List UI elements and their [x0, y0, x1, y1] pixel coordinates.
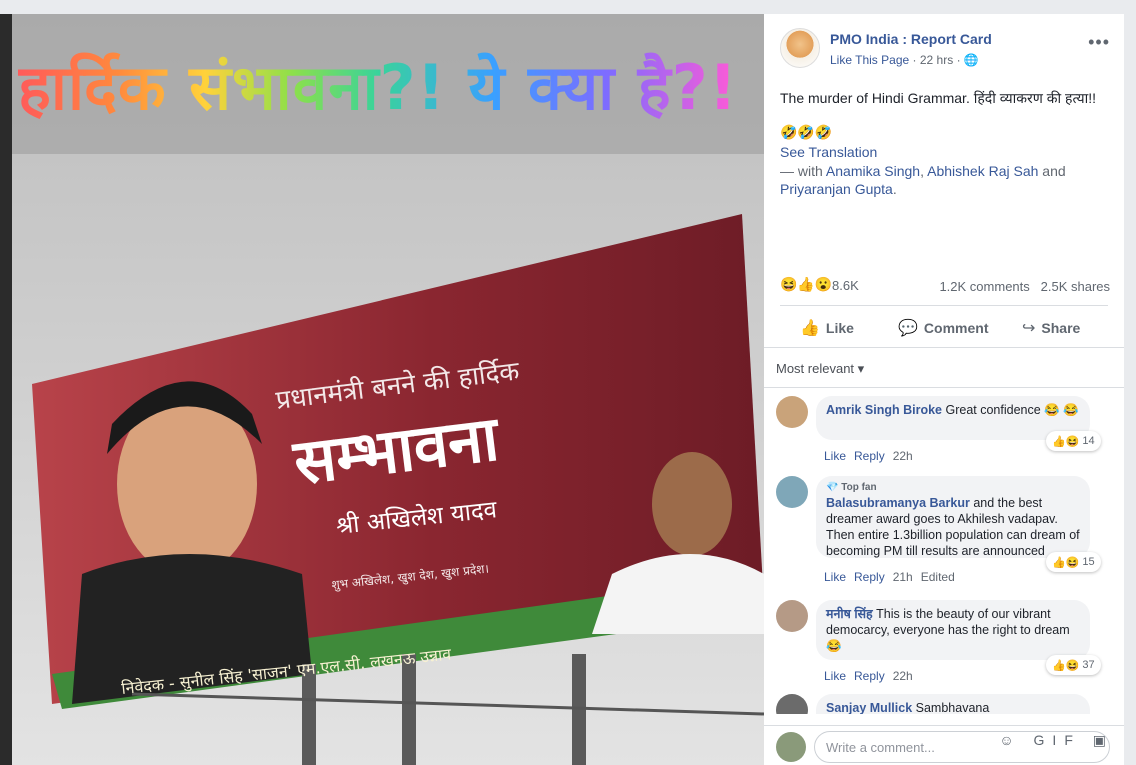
action-bar: 👍 Like 💬 Comment ↪ Share [780, 314, 1110, 340]
comment-icon: 💬 [898, 320, 918, 337]
comment-time[interactable]: 21h [893, 570, 913, 584]
comment-actions: Like Reply 21h Edited [824, 570, 963, 584]
comment-placeholder: Write a comment... [826, 740, 935, 755]
comment-reactions[interactable]: 👍😆 15 [1046, 552, 1101, 572]
commenter-avatar[interactable] [776, 396, 808, 428]
overlay-title: हार्दिक संभावना?! ये क्या है?! [18, 44, 738, 128]
comment-reply-link[interactable]: Reply [854, 669, 885, 683]
comment-like-link[interactable]: Like [824, 570, 846, 584]
comment-reactions[interactable]: 👍😆 37 [1046, 655, 1101, 675]
page-edge [1124, 14, 1136, 765]
shares-count[interactable]: 2.5K shares [1041, 279, 1110, 294]
share-button[interactable]: ↪ Share [1022, 318, 1080, 338]
commenter-name[interactable]: Balasubramanya Barkur [826, 496, 970, 510]
comments-count[interactable]: 1.2K comments [939, 279, 1029, 294]
comment-like-link[interactable]: Like [824, 449, 846, 463]
globe-icon: 🌐 [963, 53, 979, 67]
reaction-count: 15 [1082, 556, 1095, 568]
tag-abhishek[interactable]: Abhishek Raj Sah [927, 163, 1038, 179]
comment-bubble: 💎 Top fan Balasubramanya Barkur and the … [816, 476, 1090, 558]
sort-label: Most relevant [776, 361, 855, 376]
photo-viewer[interactable]: प्रधानमंत्री बनने की हार्दिक सम्भावना श्… [12, 14, 764, 765]
divider [764, 347, 1124, 348]
comment-reply-link[interactable]: Reply [854, 449, 885, 463]
commenter-name[interactable]: Sanjay Mullick [826, 701, 912, 714]
see-translation-link[interactable]: See Translation [780, 144, 877, 160]
caption-emoji: 🤣🤣🤣 [780, 124, 833, 140]
comment-share-counts: 1.2K comments 2.5K shares [939, 279, 1110, 294]
share-icon: ↪ [1022, 320, 1036, 337]
edited-label[interactable]: Edited [921, 570, 955, 584]
top-fan-badge: 💎 Top fan [826, 482, 877, 493]
comment-actions: Like Reply 22h [824, 449, 921, 463]
post-meta: Like This Page · 22 hrs · 🌐 [830, 53, 979, 67]
more-options-icon[interactable]: ••• [1088, 32, 1110, 53]
reaction-icons: 👍😆 [1052, 659, 1080, 672]
post-caption: The murder of Hindi Grammar. हिंदी व्याक… [780, 90, 1097, 106]
commenter-avatar[interactable] [776, 600, 808, 632]
facebook-top-bar [0, 0, 1136, 14]
thumbs-up-icon: 👍 [800, 320, 820, 337]
reaction-icons: 👍😆 [1052, 435, 1080, 448]
comment-reactions[interactable]: 👍😆 14 [1046, 431, 1101, 451]
user-avatar[interactable] [776, 732, 806, 762]
like-button[interactable]: 👍 Like [800, 318, 854, 338]
comment-label: Comment [923, 320, 989, 336]
tagged-with: — with Anamika Singh, Abhishek Raj Sah a… [780, 163, 1066, 197]
like-label: Like [825, 320, 854, 336]
comment-bubble: Sanjay Mullick Sambhavana [816, 694, 1090, 714]
reaction-icons[interactable]: 😆👍😮 [780, 276, 832, 293]
reaction-summary: 😆👍😮 8.6K 1.2K comments 2.5K shares [780, 276, 1110, 298]
like-page-link[interactable]: Like This Page [830, 53, 909, 67]
divider [764, 387, 1124, 388]
commenter-name[interactable]: Amrik Singh Biroke [826, 403, 942, 417]
comment-text: Great confidence 😂 😂 [945, 403, 1079, 417]
with-prefix: — with [780, 163, 823, 179]
tag-priyaranjan[interactable]: Priyaranjan Gupta [780, 181, 893, 197]
page-name-link[interactable]: PMO India : Report Card [830, 31, 992, 47]
commenter-avatar[interactable] [776, 476, 808, 508]
divider [780, 305, 1108, 306]
composer-icons[interactable]: ☺ GIF ▣ [999, 732, 1114, 749]
reaction-count: 14 [1082, 435, 1095, 447]
reaction-count[interactable]: 8.6K [832, 278, 859, 293]
post-time[interactable]: 22 hrs [920, 53, 953, 67]
comment-time[interactable]: 22h [893, 449, 913, 463]
period: . [892, 181, 897, 197]
comment-button[interactable]: 💬 Comment [898, 318, 988, 338]
commenter-avatar[interactable] [776, 694, 808, 714]
sort-dropdown[interactable]: Most relevant ▾ [776, 361, 864, 377]
comments-list: Amrik Singh Biroke Great confidence 😂 😂 … [764, 394, 1124, 714]
post-panel: PMO India : Report Card Like This Page ·… [764, 14, 1124, 765]
comment-text: Sambhavana [915, 701, 990, 714]
page-avatar[interactable] [780, 28, 820, 68]
comment-time[interactable]: 22h [893, 669, 913, 683]
commenter-name[interactable]: मनीष सिंह [826, 607, 873, 621]
share-label: Share [1041, 320, 1081, 336]
tag-anamika[interactable]: Anamika Singh [826, 163, 920, 179]
comment-like-link[interactable]: Like [824, 669, 846, 683]
comment-bubble: मनीष सिंह This is the beauty of our vibr… [816, 600, 1090, 660]
comment-actions: Like Reply 22h [824, 669, 921, 683]
comment-composer: Write a comment... ☺ GIF ▣ [764, 725, 1124, 765]
reaction-icons: 👍😆 [1052, 556, 1080, 569]
and-text: and [1042, 163, 1066, 179]
post-header: PMO India : Report Card Like This Page ·… [780, 28, 1110, 72]
reaction-count: 37 [1082, 659, 1095, 671]
caret-down-icon: ▾ [857, 361, 865, 376]
comment-reply-link[interactable]: Reply [854, 570, 885, 584]
